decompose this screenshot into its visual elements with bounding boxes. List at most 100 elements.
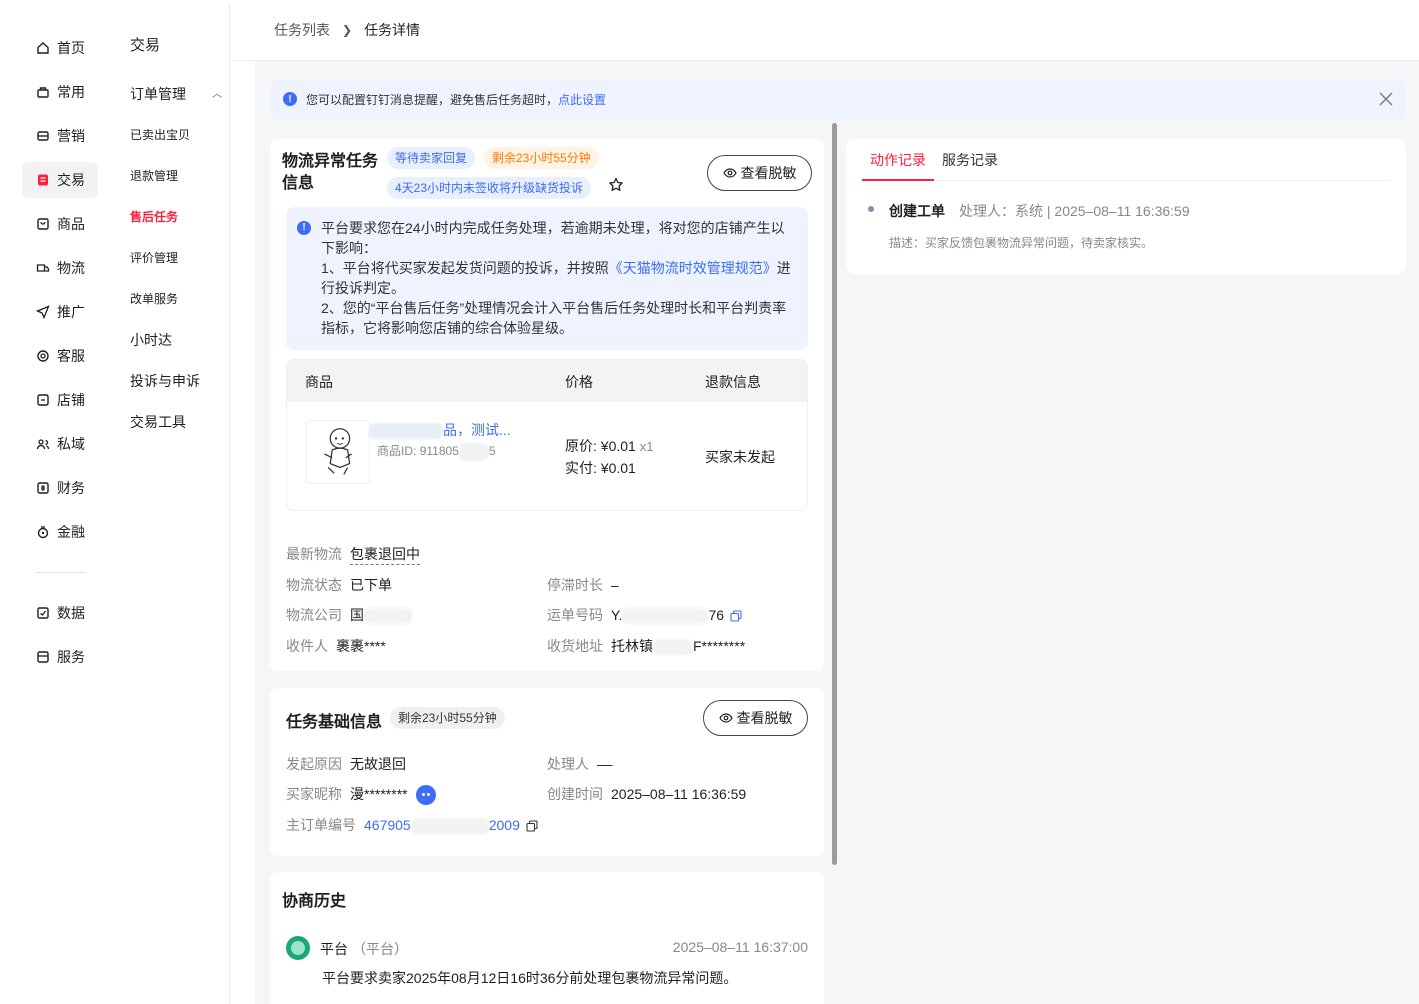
subnav-item-sold[interactable]: 已卖出宝贝 <box>130 115 222 156</box>
data-icon <box>36 606 50 620</box>
field-label: 运单号码 <box>547 607 603 623</box>
common-icon <box>36 85 50 99</box>
record-meta: 处理人：系统 | 2025–08–11 16:36:59 <box>959 203 1190 219</box>
goods-name-text: 品，测试... <box>443 422 511 438</box>
nav-item-label: 交易 <box>57 172 85 188</box>
copy-icon[interactable] <box>730 610 742 622</box>
home-icon <box>36 41 50 55</box>
view-unmasked-button[interactable]: 查看脱敏 <box>703 700 808 736</box>
warning-line-1: 平台要求您在24小时内完成任务处理，若逾期未处理，将对您的店铺产生以下影响： <box>321 220 785 256</box>
paid-price: 实付: ¥0.01 <box>565 460 636 476</box>
finance-icon <box>36 481 50 495</box>
primary-nav: 首页 常用 营销 交易 商品 物流 推广 客服 店铺 私域 财务 金融 数据 服… <box>22 30 98 683</box>
nav-item-marketing[interactable]: 营销 <box>22 118 98 154</box>
nav-item-label: 物流 <box>57 260 85 276</box>
subnav-item-hourly[interactable]: 小时达 <box>130 320 222 361</box>
goods-icon <box>36 217 50 231</box>
record-action: 创建工单 <box>889 203 945 219</box>
view-unmasked-label: 查看脱敏 <box>736 710 793 726</box>
field-value: 托林镇 <box>611 638 653 654</box>
latest-logistics: 最新物流 包裹退回中 <box>286 544 420 565</box>
column-goods: 商品 <box>305 374 333 390</box>
nav-item-shop[interactable]: 店铺 <box>22 382 98 418</box>
warning-line-2-text: 1、平台将代买家发起发货问题的投诉，并按照 <box>321 260 609 276</box>
nav-item-label: 商品 <box>57 216 85 232</box>
subnav-item-aftersale[interactable]: 售后任务 <box>130 197 222 238</box>
table-header: 商品 价格 退款信息 <box>287 360 807 402</box>
trade-icon <box>36 173 50 187</box>
basic-title: 任务基础信息 <box>286 714 383 731</box>
goods-id-label: 商品ID: <box>377 444 417 458</box>
nav-item-private[interactable]: 私域 <box>22 426 98 462</box>
field-value: 已下单 <box>350 577 392 593</box>
logistics-company: 物流公司国 <box>286 605 412 625</box>
nav-item-trade[interactable]: 交易 <box>22 162 98 198</box>
subnav-item-review[interactable]: 评价管理 <box>130 238 222 279</box>
goods-id: 商品ID: 911805 5 <box>377 442 496 461</box>
subnav-item-complaint[interactable]: 投诉与申诉 <box>130 361 222 402</box>
nav-item-home[interactable]: 首页 <box>22 30 98 66</box>
view-unmasked-button[interactable]: 查看脱敏 <box>707 155 812 191</box>
close-icon[interactable] <box>1378 91 1394 107</box>
money-icon <box>36 525 50 539</box>
cartoon-figure-icon <box>324 428 352 475</box>
reason: 发起原因 无故退回 <box>286 754 406 774</box>
field-label: 收件人 <box>286 638 328 654</box>
subnav-group-order[interactable]: 订单管理 ︿ <box>130 74 222 115</box>
latest-logistics-value[interactable]: 包裹退回中 <box>350 546 420 565</box>
nav-item-data[interactable]: 数据 <box>22 595 98 631</box>
field-value: F******** <box>693 638 746 654</box>
field-value: – <box>611 577 619 593</box>
subnav-item-refund[interactable]: 退款管理 <box>130 156 222 197</box>
quantity: x1 <box>639 439 654 454</box>
nav-item-label: 营销 <box>57 128 85 144</box>
order-number-link[interactable]: 2009 <box>489 817 520 833</box>
sidebar: 首页 常用 营销 交易 商品 物流 推广 客服 店铺 私域 财务 金融 数据 服… <box>6 4 230 1004</box>
scrollbar[interactable] <box>832 123 837 865</box>
nav-item-promote[interactable]: 推广 <box>22 294 98 330</box>
nav-item-common[interactable]: 常用 <box>22 74 98 110</box>
nav-item-service[interactable]: 客服 <box>22 338 98 374</box>
goods-image[interactable] <box>306 420 370 484</box>
order-number-link[interactable]: 467905 <box>364 817 411 833</box>
field-value: Y. <box>611 607 623 623</box>
nav-item-label: 金融 <box>57 524 85 540</box>
notice-bar: ! 您可以配置钉钉消息提醒，避免售后任务超时， 点此设置 <box>270 79 1406 119</box>
warning-box: ! 平台要求您在24小时内完成任务处理，若逾期未处理，将对您的店铺产生以下影响：… <box>286 207 808 350</box>
waybill-number: 运单号码 Y. 76 <box>547 605 742 625</box>
chevron-up-icon: ︿ <box>212 89 222 100</box>
service-icon <box>36 349 50 363</box>
tab-action-records[interactable]: 动作记录 <box>862 139 934 181</box>
star-icon[interactable] <box>608 177 624 193</box>
promote-icon <box>36 305 50 319</box>
masked-text <box>410 818 489 835</box>
nav-item-finance[interactable]: 财务 <box>22 470 98 506</box>
records-card: 动作记录 服务记录 创建工单 处理人：系统 | 2025–08–11 16:36:… <box>846 139 1406 274</box>
subnav-item-modify[interactable]: 改单服务 <box>130 279 222 320</box>
nav-item-service-box[interactable]: 服务 <box>22 639 98 675</box>
notice-setting-link[interactable]: 点此设置 <box>558 91 606 108</box>
masked-text <box>622 608 709 625</box>
buyer-nickname: 买家昵称 漫******** <box>286 784 436 806</box>
nav-item-money[interactable]: 金融 <box>22 514 98 550</box>
tab-service-records[interactable]: 服务记录 <box>934 139 1006 181</box>
negotiation-history-card: 协商历史 平台 （平台） 2025–08–11 16:37:00 平台要求卖家20… <box>270 872 824 1004</box>
nav-item-label: 私域 <box>57 436 85 452</box>
nav-item-goods[interactable]: 商品 <box>22 206 98 242</box>
field-value: 国 <box>350 607 364 623</box>
goods-name-link[interactable]: 品，测试... <box>369 420 511 440</box>
created-time: 创建时间 2025–08–11 16:36:59 <box>547 784 746 804</box>
nav-item-logistics[interactable]: 物流 <box>22 250 98 286</box>
subnav-item-tools[interactable]: 交易工具 <box>130 402 222 443</box>
chat-avatar-icon[interactable] <box>415 785 436 806</box>
goods-id-suffix: 5 <box>488 444 496 458</box>
receiver: 收件人 裹裹**** <box>286 636 386 656</box>
table-row: 品，测试... 商品ID: 911805 5 原价: ¥0.01 x1 实付: ¥… <box>287 402 807 510</box>
nav-item-label: 常用 <box>57 84 85 100</box>
logistics-policy-link[interactable]: 《天猫物流时效管理规范》 <box>609 260 777 276</box>
field-value: 2025–08–11 16:36:59 <box>611 786 747 802</box>
breadcrumb-task-list[interactable]: 任务列表 <box>274 20 330 40</box>
copy-icon[interactable] <box>526 820 538 832</box>
field-label: 收货地址 <box>547 638 603 654</box>
field-value: 漫******** <box>350 786 408 802</box>
